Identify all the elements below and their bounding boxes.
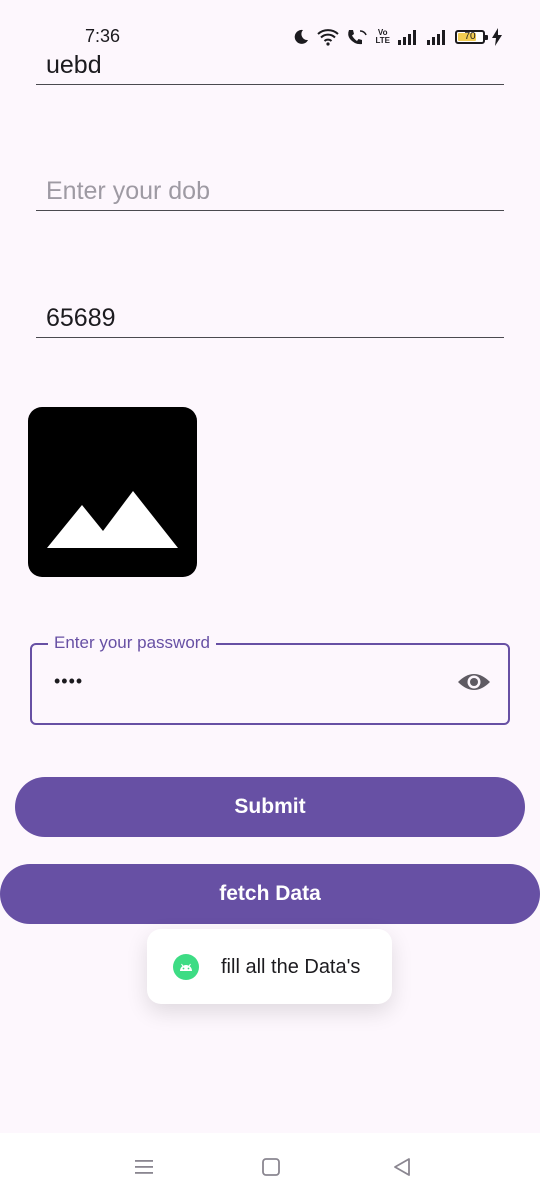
submit-button[interactable]: Submit: [15, 777, 525, 837]
toast: fill all the Data's: [147, 929, 392, 1004]
password-label: Enter your password: [48, 633, 216, 653]
back-icon[interactable]: [390, 1155, 414, 1179]
signal-icon: [397, 29, 419, 45]
volte-icon: Vo LTE: [375, 28, 390, 45]
mountain-image-icon: [47, 491, 178, 548]
name-value: uebd: [46, 51, 102, 79]
signal-icon-2: [426, 29, 448, 45]
password-value: ••••: [54, 671, 84, 691]
dob-placeholder: Enter your dob: [46, 177, 210, 205]
android-icon: [173, 954, 199, 980]
dob-field[interactable]: Enter your dob: [36, 170, 504, 211]
image-placeholder[interactable]: [28, 407, 197, 577]
password-field[interactable]: Enter your password ••••: [30, 633, 510, 725]
number-value: 65689: [46, 304, 116, 332]
name-field[interactable]: uebd: [36, 44, 504, 85]
eye-icon[interactable]: [456, 669, 492, 695]
number-field[interactable]: 65689: [36, 297, 504, 338]
menu-icon[interactable]: [132, 1155, 156, 1179]
toast-message: fill all the Data's: [221, 956, 361, 978]
home-icon[interactable]: [259, 1155, 283, 1179]
battery-icon: 70: [455, 30, 488, 44]
fetch-data-button[interactable]: fetch Data: [0, 864, 540, 924]
navigation-bar: [0, 1133, 540, 1200]
